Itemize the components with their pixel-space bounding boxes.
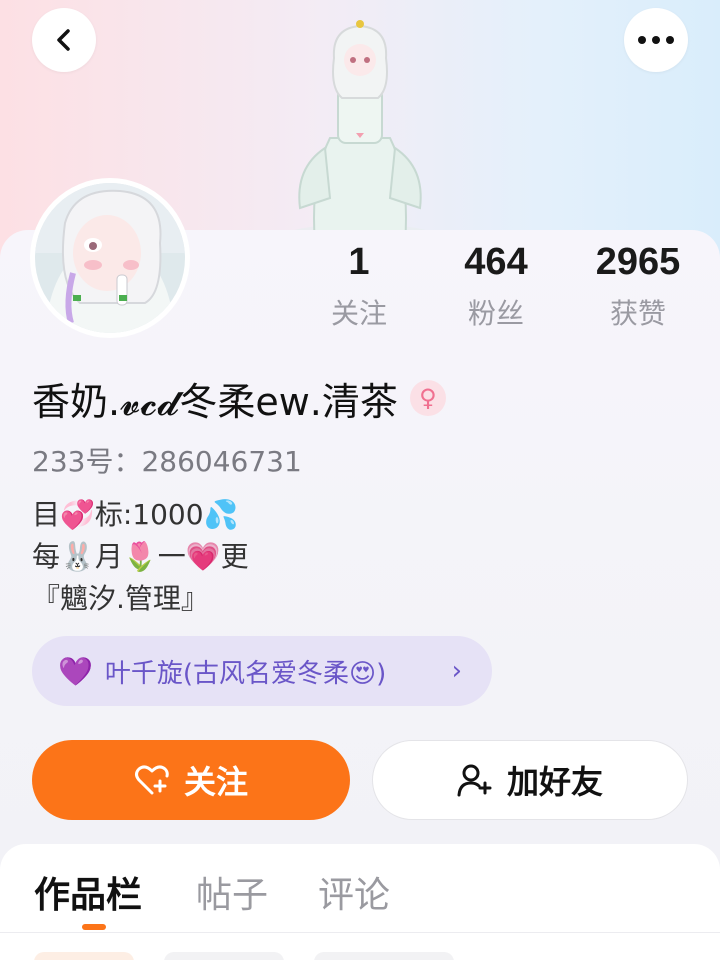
stat-following-label: 关注 — [330, 297, 387, 330]
name-row: 香奶.𝓿𝓬𝓭冬柔eᴡ.清茶 ♀ — [32, 372, 446, 424]
banner-character-image — [280, 20, 440, 248]
heart-plus-icon — [134, 763, 170, 797]
stat-likes-label: 获赞 — [609, 297, 666, 330]
more-options-button[interactable] — [624, 8, 688, 72]
tab-works[interactable]: 作品栏 — [34, 866, 142, 918]
gender-female-icon: ♀ — [409, 380, 446, 416]
stat-fans-label: 粉丝 — [467, 297, 524, 330]
filter-chip[interactable] — [34, 952, 134, 960]
filter-chip[interactable] — [314, 952, 454, 960]
stat-following[interactable]: 1 关注 — [289, 236, 429, 332]
stat-fans-count: 464 — [464, 241, 528, 283]
add-user-icon — [457, 763, 493, 797]
stat-likes-count: 2965 — [595, 241, 681, 283]
bio-line: 目💞标:1000💦 — [32, 498, 239, 531]
stat-likes[interactable]: 2965 获赞 — [568, 236, 708, 332]
back-button[interactable] — [32, 8, 96, 72]
follow-button-label: 关注 — [183, 763, 248, 801]
bio-line: 『魑汐.管理』 — [32, 582, 209, 615]
chevron-right-icon: › — [451, 656, 462, 686]
profile-stats: 1 关注 464 粉丝 2965 获赞 — [0, 236, 720, 346]
profile-name: 香奶.𝓿𝓬𝓭冬柔eᴡ.清茶 — [32, 379, 398, 424]
tab-comments[interactable]: 评论 — [318, 866, 390, 918]
active-tab-indicator — [82, 924, 106, 930]
user-id: 233号：286046731 — [32, 445, 302, 478]
filter-chip[interactable] — [164, 952, 284, 960]
follow-button[interactable]: 关注 — [32, 740, 350, 820]
content-tabs: 作品栏 帖子 评论 — [0, 844, 720, 960]
add-friend-button[interactable]: 加好友 — [372, 740, 688, 820]
tab-posts[interactable]: 帖子 — [196, 866, 268, 918]
more-horizontal-icon — [638, 36, 674, 44]
profile-bio: 目💞标:1000💦 每🐰月🌷一💗更 『魑汐.管理』 — [32, 494, 249, 620]
relationship-tag-chip[interactable]: 💜 叶千旋(古风名爱冬柔😍) › — [32, 636, 492, 706]
stat-following-count: 1 — [348, 241, 370, 283]
chevron-left-icon — [57, 29, 70, 51]
add-friend-label: 加好友 — [506, 763, 603, 801]
bio-line: 每🐰月🌷一💗更 — [32, 540, 249, 573]
stat-fans[interactable]: 464 粉丝 — [426, 236, 566, 332]
relationship-tag-label: 叶千旋(古风名爱冬柔😍) — [104, 658, 387, 689]
purple-heart-icon: 💜 — [58, 654, 93, 688]
tabs-divider — [0, 932, 720, 933]
